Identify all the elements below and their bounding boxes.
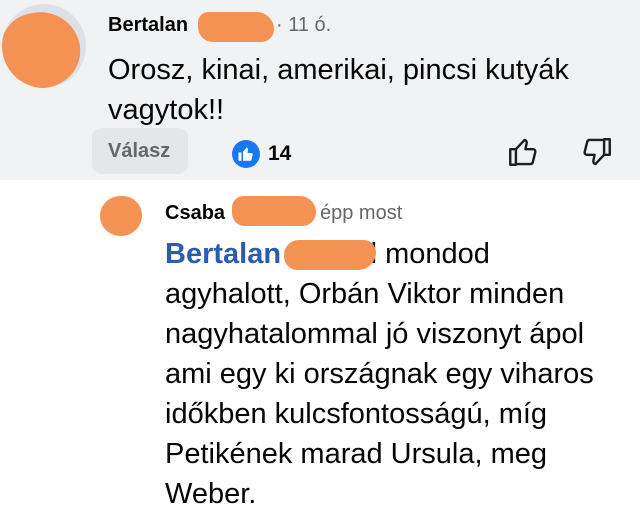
reply-button-label[interactable]: Válasz bbox=[108, 140, 170, 163]
comment-author-name[interactable]: Bertalan bbox=[108, 14, 188, 37]
reply-author-name[interactable]: Csaba bbox=[165, 202, 225, 225]
reaction-count[interactable]: 14 bbox=[268, 142, 291, 166]
comment-timestamp[interactable]: · 11 ó. bbox=[276, 14, 331, 37]
redaction-mark bbox=[284, 240, 376, 270]
redaction-mark bbox=[232, 196, 316, 226]
reply-timestamp[interactable]: épp most bbox=[320, 202, 402, 225]
redaction-mark bbox=[198, 12, 274, 42]
thumb-down-icon[interactable] bbox=[580, 135, 614, 169]
thumb-up-icon[interactable] bbox=[506, 135, 540, 169]
avatar[interactable] bbox=[2, 4, 86, 88]
reply-text: Bertalan Njól mondod agyhalott, Orbán Vi… bbox=[165, 234, 615, 514]
reply-body: jól mondod agyhalott, Orbán Viktor minde… bbox=[165, 238, 594, 510]
like-reaction-icon[interactable] bbox=[232, 140, 260, 168]
redaction-mark bbox=[2, 4, 86, 88]
thumbs-up-icon bbox=[238, 147, 253, 161]
avatar[interactable] bbox=[100, 196, 142, 236]
comment-text: Orosz, kinai, amerikai, pincsi kutyák va… bbox=[108, 54, 569, 126]
